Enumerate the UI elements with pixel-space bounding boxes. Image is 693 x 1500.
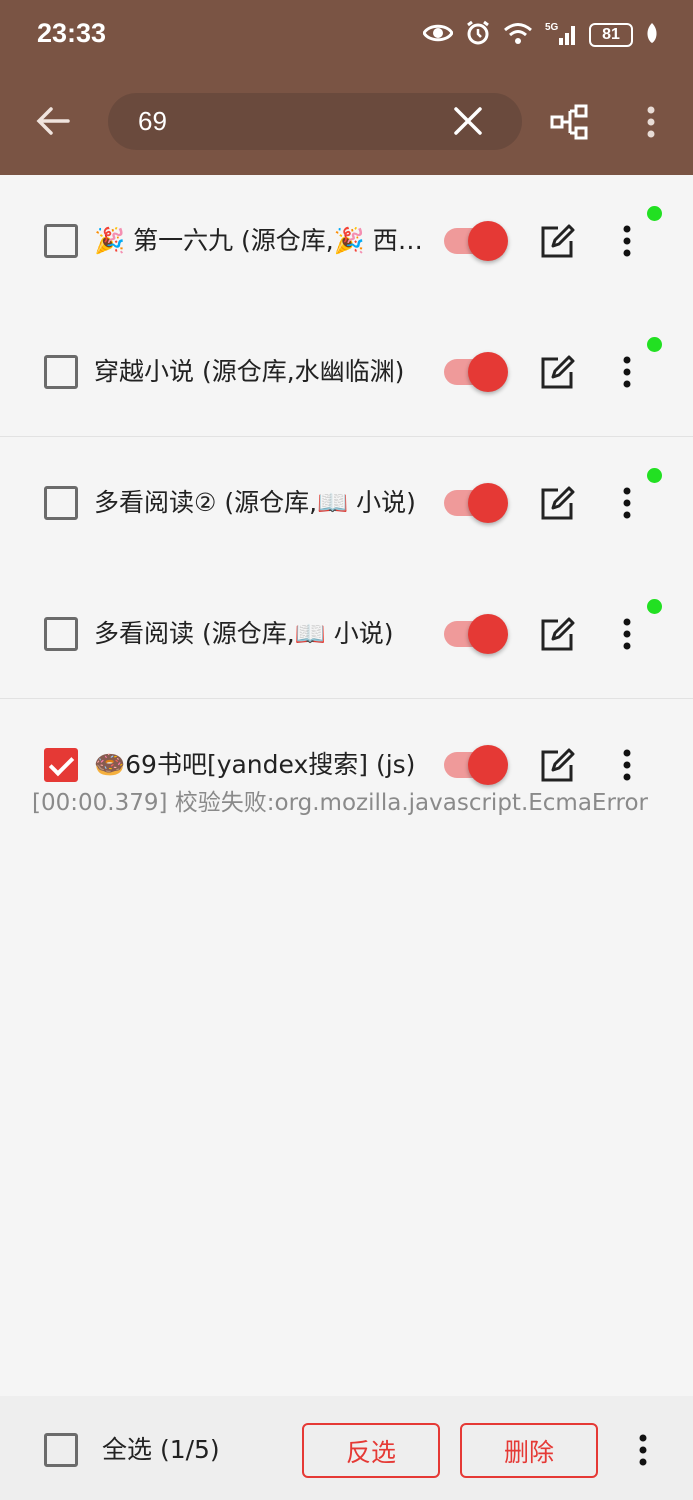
online-status-dot — [647, 337, 662, 352]
enable-switch[interactable] — [442, 219, 508, 263]
source-list: 🎉 第一六九 (源仓库,🎉 西西推荐) 穿越小说 (源仓库,水幽临渊) 多看阅读… — [0, 175, 693, 849]
status-time: 23:33 — [37, 18, 107, 48]
edit-icon[interactable] — [538, 354, 576, 392]
list-item[interactable]: 🍩69书吧[yandex搜索] (js) [00:00.379] 校验失败:or… — [0, 699, 693, 849]
check-error-message: [00:00.379] 校验失败:org.mozilla.javascript.… — [32, 790, 648, 816]
bottom-more-button[interactable] — [626, 1430, 660, 1470]
edit-icon[interactable] — [538, 747, 576, 785]
list-item[interactable]: 🎉 第一六九 (源仓库,🎉 西西推荐) — [0, 175, 693, 306]
battery-icon: 81 — [589, 23, 633, 47]
source-title: 多看阅读② (源仓库,📖 小说) — [94, 488, 416, 517]
search-box[interactable] — [108, 93, 522, 150]
edit-icon[interactable] — [538, 223, 576, 261]
item-more-button[interactable] — [610, 745, 644, 785]
item-checkbox-checked[interactable] — [44, 748, 78, 782]
select-all-label[interactable]: 全选 (1/5) — [102, 1432, 220, 1468]
more-vert-icon — [623, 618, 631, 650]
back-arrow-icon — [36, 107, 70, 135]
status-bar: 23:33 5G 81 — [0, 0, 693, 70]
enable-switch[interactable] — [442, 743, 508, 787]
5g-signal-icon: 5G — [545, 20, 577, 50]
close-icon — [454, 107, 482, 135]
online-status-dot — [647, 206, 662, 221]
eye-icon — [422, 22, 454, 48]
more-vert-icon — [623, 356, 631, 388]
online-status-dot — [647, 599, 662, 614]
item-more-button[interactable] — [610, 352, 644, 392]
clear-search-button[interactable] — [448, 101, 488, 141]
source-title: 🎉 第一六九 (源仓库,🎉 西西推荐) — [94, 226, 424, 255]
edit-icon[interactable] — [538, 616, 576, 654]
more-vert-icon — [623, 487, 631, 519]
more-vert-icon — [639, 1434, 647, 1466]
invert-selection-button[interactable]: 反选 — [302, 1423, 440, 1478]
leaf-icon — [645, 22, 659, 48]
group-icon — [550, 104, 588, 140]
source-title: 🍩69书吧[yandex搜索] (js) — [94, 750, 416, 779]
item-more-button[interactable] — [610, 483, 644, 523]
wifi-icon — [503, 21, 533, 49]
item-checkbox[interactable] — [44, 355, 78, 389]
list-item[interactable]: 多看阅读② (源仓库,📖 小说) — [0, 437, 693, 568]
online-status-dot — [647, 468, 662, 483]
group-button[interactable] — [546, 100, 592, 144]
more-vert-icon — [623, 749, 631, 781]
list-item[interactable]: 穿越小说 (源仓库,水幽临渊) — [0, 306, 693, 437]
source-title: 穿越小说 (源仓库,水幽临渊) — [94, 357, 405, 386]
item-more-button[interactable] — [610, 614, 644, 654]
source-title: 多看阅读 (源仓库,📖 小说) — [94, 619, 394, 648]
enable-switch[interactable] — [442, 481, 508, 525]
enable-switch[interactable] — [442, 350, 508, 394]
back-button[interactable] — [28, 96, 78, 146]
item-checkbox[interactable] — [44, 486, 78, 520]
toolbar — [0, 80, 693, 160]
overflow-menu-button[interactable] — [634, 100, 668, 144]
delete-button[interactable]: 删除 — [460, 1423, 598, 1478]
enable-switch[interactable] — [442, 612, 508, 656]
item-checkbox[interactable] — [44, 224, 78, 258]
status-icons: 5G 81 — [422, 18, 659, 52]
svg-text:5G: 5G — [545, 22, 559, 33]
bottom-action-bar: 全选 (1/5) 反选 删除 — [0, 1396, 693, 1500]
search-input[interactable] — [138, 101, 438, 141]
alarm-icon — [465, 20, 491, 50]
edit-icon[interactable] — [538, 485, 576, 523]
item-more-button[interactable] — [610, 221, 644, 261]
app-bar: 23:33 5G 81 — [0, 0, 693, 175]
item-checkbox[interactable] — [44, 617, 78, 651]
more-vert-icon — [647, 106, 655, 138]
select-all-checkbox[interactable] — [44, 1433, 78, 1467]
more-vert-icon — [623, 225, 631, 257]
list-item[interactable]: 多看阅读 (源仓库,📖 小说) — [0, 568, 693, 699]
